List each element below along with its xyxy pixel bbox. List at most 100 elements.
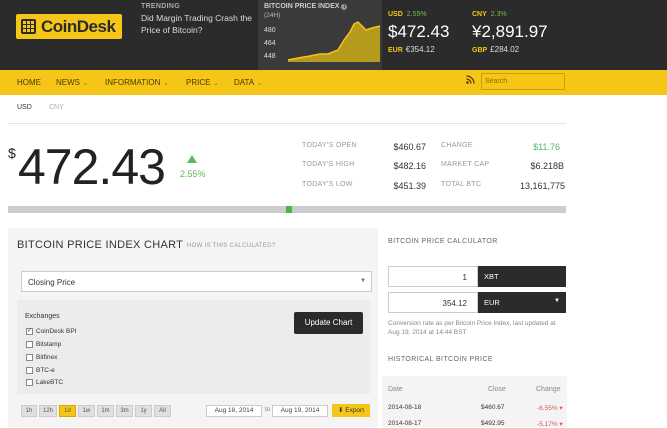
chevron-down-icon: ⌄ — [213, 81, 219, 87]
exchanges-label: Exchanges — [25, 313, 60, 320]
history-date: 2014-08-18 — [388, 404, 422, 411]
stat-total-label: TOTAL BTC — [441, 181, 482, 188]
stat-low-value: $451.39 — [393, 181, 426, 191]
stat-high-value: $482.16 — [393, 161, 426, 171]
history-title: HISTORICAL BITCOIN PRICE — [388, 356, 493, 363]
stat-high-label: TODAY'S HIGH — [302, 161, 355, 168]
history-date: 2014-08-17 — [388, 420, 422, 427]
checkbox-icon — [26, 341, 33, 348]
range-1y-button[interactable]: 1y — [135, 405, 152, 417]
history-header-date: Date — [388, 386, 403, 393]
exchange-checkbox[interactable]: BTC-e — [26, 367, 55, 374]
up-arrow-icon — [187, 155, 197, 163]
checkbox-icon — [26, 379, 33, 386]
history-close: $492.95 — [481, 420, 505, 427]
trending-label: TRENDING — [141, 3, 180, 10]
bpi-axis-label: 448 — [264, 53, 276, 60]
calc-currency-btc: XBT — [478, 266, 566, 287]
history-close: $460.67 — [481, 404, 505, 411]
exchange-checkbox[interactable]: Bitstamp — [26, 341, 61, 348]
cny-code: CNY — [472, 11, 487, 18]
search-input[interactable]: Search — [481, 73, 565, 90]
current-price: 472.43 — [18, 139, 166, 195]
range-1w-button[interactable]: 1w — [78, 405, 95, 417]
gbp-code: GBP — [472, 47, 488, 54]
bpi-mini-sub: (24H) — [264, 12, 281, 19]
usd-price: $472.43 — [388, 22, 450, 41]
checkbox-checked-icon: ✓ — [26, 328, 33, 335]
logo-text: CoinDesk — [41, 17, 116, 36]
usd-price-block[interactable]: USD 2.55% $472.43 EUR €354.12 — [388, 3, 449, 54]
coindesk-logo[interactable]: CoinDesk — [16, 14, 122, 39]
gbp-price: £284.02 — [490, 45, 520, 54]
exchange-checkbox[interactable]: LakeBTC — [26, 379, 63, 386]
how-calculated-link[interactable]: HOW IS THIS CALCULATED? — [187, 243, 275, 249]
date-to-input[interactable]: Aug 19, 2014 — [272, 405, 328, 417]
date-to-label: to — [265, 407, 271, 413]
checkbox-icon — [26, 367, 33, 374]
exchange-checkbox[interactable]: Bitfinex — [26, 354, 57, 361]
tab-cny[interactable]: CNY — [49, 104, 64, 111]
range-3m-button[interactable]: 3m — [116, 405, 133, 417]
tab-usd[interactable]: USD — [17, 104, 32, 111]
calculator-note: Conversion rate as per Bitcoin Price Ind… — [388, 320, 556, 336]
history-change: -6.55% ▾ — [537, 405, 563, 412]
range-all-button[interactable]: All — [154, 405, 171, 417]
eur-code: EUR — [388, 47, 403, 54]
history-header-change: Change — [536, 386, 561, 393]
divider — [8, 123, 566, 124]
stat-mcap-label: MARKET CAP — [441, 161, 490, 168]
price-change-pct: 2.55% — [180, 169, 206, 179]
calc-amount-btc[interactable]: 1 — [388, 266, 478, 287]
down-arrow-icon: ▾ — [559, 405, 563, 412]
nav-data[interactable]: DATA ⌄ — [234, 78, 262, 87]
range-1d-button[interactable]: 1d — [59, 405, 76, 417]
export-button[interactable]: ⬇ Export — [332, 404, 370, 417]
chart-type-select[interactable]: Closing Price ▼ — [21, 271, 372, 292]
bpi-mini-label: BITCOIN PRICE INDEX i — [264, 3, 348, 10]
cny-price-block[interactable]: CNY 2.3% ¥2,891.97 GBP £284.02 — [472, 3, 548, 54]
stat-open-label: TODAY'S OPEN — [302, 142, 357, 149]
usd-change: 2.55% — [406, 11, 427, 18]
stat-total-value: 13,161,775 — [519, 181, 565, 191]
calc-currency-select[interactable]: EUR ▼ — [478, 292, 566, 313]
eur-price: €354.12 — [405, 45, 435, 54]
bpi-axis-label: 480 — [264, 27, 276, 34]
logo-grid-icon — [21, 19, 36, 34]
chevron-down-icon: ⌄ — [163, 81, 169, 87]
history-header-close: Close — [488, 386, 506, 393]
update-chart-button[interactable]: Update Chart — [294, 312, 363, 334]
select-value: Closing Price — [28, 278, 76, 287]
nav-price[interactable]: PRICE ⌄ — [186, 78, 218, 87]
bpi-mini-chart[interactable]: BITCOIN PRICE INDEX i (24H) 480 464 448 — [258, 0, 382, 70]
stat-change-value: $11.76 — [533, 142, 560, 152]
chart-title: BITCOIN PRICE INDEX CHART — [17, 239, 184, 251]
range-1m-button[interactable]: 1m — [97, 405, 114, 417]
date-from-input[interactable]: Aug 18, 2014 — [206, 405, 262, 417]
calc-amount-fiat[interactable]: 354.12 — [388, 292, 478, 313]
rss-icon[interactable] — [466, 75, 476, 85]
stat-open-value: $460.67 — [393, 142, 426, 152]
chevron-down-icon: ▼ — [360, 278, 366, 284]
trending-block[interactable]: TRENDING Did Margin Trading Crash the Pr… — [141, 3, 257, 36]
range-1h-button[interactable]: 1h — [21, 405, 37, 417]
cny-change: 2.3% — [490, 11, 507, 18]
nav-information[interactable]: INFORMATION ⌄ — [105, 78, 168, 87]
chevron-down-icon: ▼ — [554, 298, 560, 304]
bpi-sparkline — [288, 21, 380, 62]
nav-news[interactable]: NEWS ⌄ — [56, 78, 88, 87]
trending-headline[interactable]: Did Margin Trading Crash the Price of Bi… — [141, 12, 257, 36]
usd-code: USD — [388, 11, 403, 18]
price-range-marker — [286, 206, 292, 213]
main-nav — [0, 70, 667, 95]
nav-home[interactable]: HOME — [17, 78, 41, 87]
price-currency-symbol: $ — [8, 145, 16, 161]
stat-mcap-value: $6.218B — [530, 161, 564, 171]
range-12h-button[interactable]: 12h — [39, 405, 57, 417]
stat-change-label: CHANGE — [441, 142, 473, 149]
exchange-checkbox[interactable]: ✓ CoinDesk BPI — [26, 328, 76, 335]
stat-low-label: TODAY'S LOW — [302, 181, 353, 188]
cny-price: ¥2,891.97 — [472, 22, 548, 41]
chevron-down-icon: ⌄ — [257, 81, 263, 87]
info-icon: i — [341, 4, 348, 10]
